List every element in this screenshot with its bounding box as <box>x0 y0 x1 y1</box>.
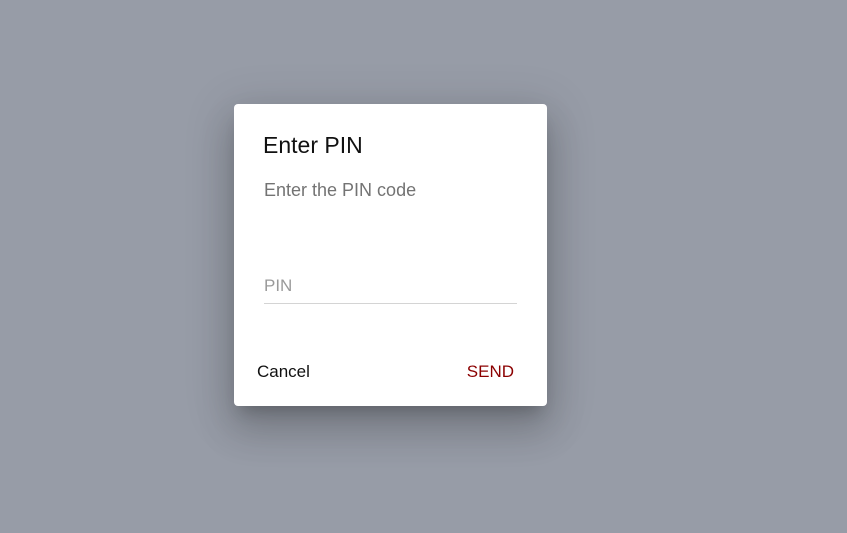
cancel-button[interactable]: Cancel <box>249 354 318 390</box>
pin-input[interactable] <box>264 268 517 304</box>
dialog-message: Enter the PIN code <box>264 180 417 200</box>
send-button[interactable]: SEND <box>459 354 522 390</box>
pin-dialog: Enter PIN Enter the PIN code Cancel SEND <box>234 104 547 406</box>
dialog-title: Enter PIN <box>263 132 363 158</box>
